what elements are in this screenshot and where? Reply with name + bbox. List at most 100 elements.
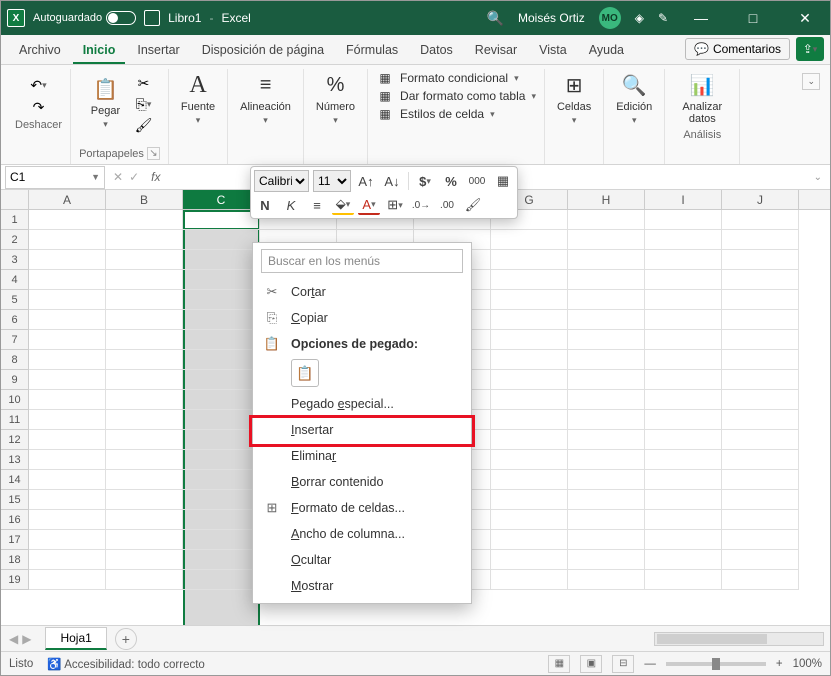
row-header-14[interactable]: 14 (1, 470, 28, 490)
row-header-18[interactable]: 18 (1, 550, 28, 570)
cell[interactable] (722, 470, 799, 490)
select-all-corner[interactable] (1, 190, 29, 210)
menu-insert[interactable]: Insertar (253, 417, 471, 443)
cell[interactable] (183, 510, 260, 530)
row-header-12[interactable]: 12 (1, 430, 28, 450)
cell[interactable] (29, 390, 106, 410)
row-header-13[interactable]: 13 (1, 450, 28, 470)
cell[interactable] (106, 250, 183, 270)
cell[interactable] (645, 390, 722, 410)
fx-icon[interactable]: fx (147, 170, 160, 184)
cell[interactable] (568, 370, 645, 390)
cell[interactable] (722, 210, 799, 230)
page-break-view-button[interactable]: ⊟ (612, 655, 634, 673)
cell[interactable] (183, 370, 260, 390)
menu-show[interactable]: Mostrar (253, 573, 471, 599)
cell[interactable] (645, 530, 722, 550)
cell[interactable] (568, 230, 645, 250)
cell[interactable] (568, 290, 645, 310)
cell[interactable] (491, 490, 568, 510)
cell[interactable] (183, 350, 260, 370)
cell[interactable] (645, 250, 722, 270)
cut-button[interactable]: ✂ (132, 73, 154, 93)
col-header-I[interactable]: I (645, 190, 722, 209)
menu-delete[interactable]: Eliminar (253, 443, 471, 469)
save-icon[interactable] (144, 10, 160, 26)
cell[interactable] (568, 350, 645, 370)
collapse-ribbon-button[interactable]: ⌄ (802, 73, 820, 90)
cell[interactable] (568, 450, 645, 470)
tab-data[interactable]: Datos (410, 37, 463, 64)
tab-file[interactable]: Archivo (9, 37, 71, 64)
cell[interactable] (491, 510, 568, 530)
cell[interactable] (183, 250, 260, 270)
cell[interactable] (106, 310, 183, 330)
analyze-button[interactable]: 📊 Analizar datos (673, 69, 731, 127)
diamond-icon[interactable]: ◈ (635, 11, 644, 25)
percent-icon[interactable]: % (440, 171, 462, 191)
name-box[interactable]: C1 ▼ (5, 166, 105, 189)
cell[interactable] (645, 490, 722, 510)
cell[interactable] (491, 290, 568, 310)
format-painter-icon[interactable]: 🖌 (462, 195, 484, 215)
row-header-7[interactable]: 7 (1, 330, 28, 350)
mini-size-select[interactable]: 11 (313, 170, 351, 192)
tab-help[interactable]: Ayuda (579, 37, 634, 64)
menu-column-width[interactable]: Ancho de columna... (253, 521, 471, 547)
thousands-icon[interactable]: 000 (466, 171, 488, 191)
cell[interactable] (645, 570, 722, 590)
copy-button[interactable]: ⎘▾ (132, 94, 154, 114)
cell[interactable] (106, 290, 183, 310)
decrease-decimal-icon[interactable]: .0→ (410, 195, 432, 215)
cell[interactable] (106, 450, 183, 470)
cell[interactable] (491, 390, 568, 410)
number-dropdown[interactable]: % Número ▾ (312, 69, 359, 128)
cell[interactable] (491, 330, 568, 350)
conditional-format-button[interactable]: ▦Formato condicional▾ (376, 69, 519, 87)
row-header-10[interactable]: 10 (1, 390, 28, 410)
cell[interactable] (183, 390, 260, 410)
menu-format-cells[interactable]: ⊞Formato de celdas... (253, 495, 471, 521)
cell[interactable] (568, 490, 645, 510)
cell[interactable] (29, 210, 106, 230)
expand-formula-bar[interactable]: ⌄ (814, 172, 830, 183)
accessibility-status[interactable]: ♿ Accesibilidad: todo correcto (47, 657, 205, 671)
tab-formulas[interactable]: Fórmulas (336, 37, 408, 64)
cell[interactable] (645, 430, 722, 450)
row-header-15[interactable]: 15 (1, 490, 28, 510)
cell[interactable] (722, 270, 799, 290)
borders-icon[interactable]: ⊞▾ (384, 195, 406, 215)
tab-view[interactable]: Vista (529, 37, 577, 64)
cell[interactable] (645, 310, 722, 330)
cell[interactable] (29, 270, 106, 290)
cell[interactable] (29, 570, 106, 590)
tab-layout[interactable]: Disposición de página (192, 37, 334, 64)
paste-option-button[interactable]: 📋 (291, 359, 319, 387)
cell[interactable] (722, 570, 799, 590)
chevron-down-icon[interactable]: ▼ (91, 172, 100, 182)
cell[interactable] (568, 470, 645, 490)
menu-cut[interactable]: ✂Cortar (253, 279, 471, 305)
zoom-out-button[interactable]: — (644, 658, 656, 670)
cell[interactable] (645, 370, 722, 390)
cell[interactable] (106, 490, 183, 510)
row-headers[interactable]: 12345678910111213141516171819 (1, 210, 29, 590)
cell[interactable] (722, 530, 799, 550)
cell[interactable] (183, 530, 260, 550)
cell[interactable] (722, 430, 799, 450)
cell[interactable] (183, 310, 260, 330)
cell[interactable] (722, 350, 799, 370)
cell[interactable] (645, 410, 722, 430)
menu-search-input[interactable]: Buscar en los menús (261, 249, 463, 273)
cell[interactable] (106, 470, 183, 490)
cell[interactable] (106, 230, 183, 250)
autosave-toggle[interactable]: Autoguardado (33, 11, 136, 25)
row-header-16[interactable]: 16 (1, 510, 28, 530)
decrease-font-icon[interactable]: A↓ (381, 171, 403, 191)
row-header-11[interactable]: 11 (1, 410, 28, 430)
increase-decimal-icon[interactable]: .00 (436, 195, 458, 215)
page-layout-view-button[interactable]: ▣ (580, 655, 602, 673)
cell[interactable] (106, 270, 183, 290)
redo-button[interactable]: ↷ (28, 97, 50, 117)
clipboard-launcher[interactable]: ↘ (147, 147, 160, 160)
